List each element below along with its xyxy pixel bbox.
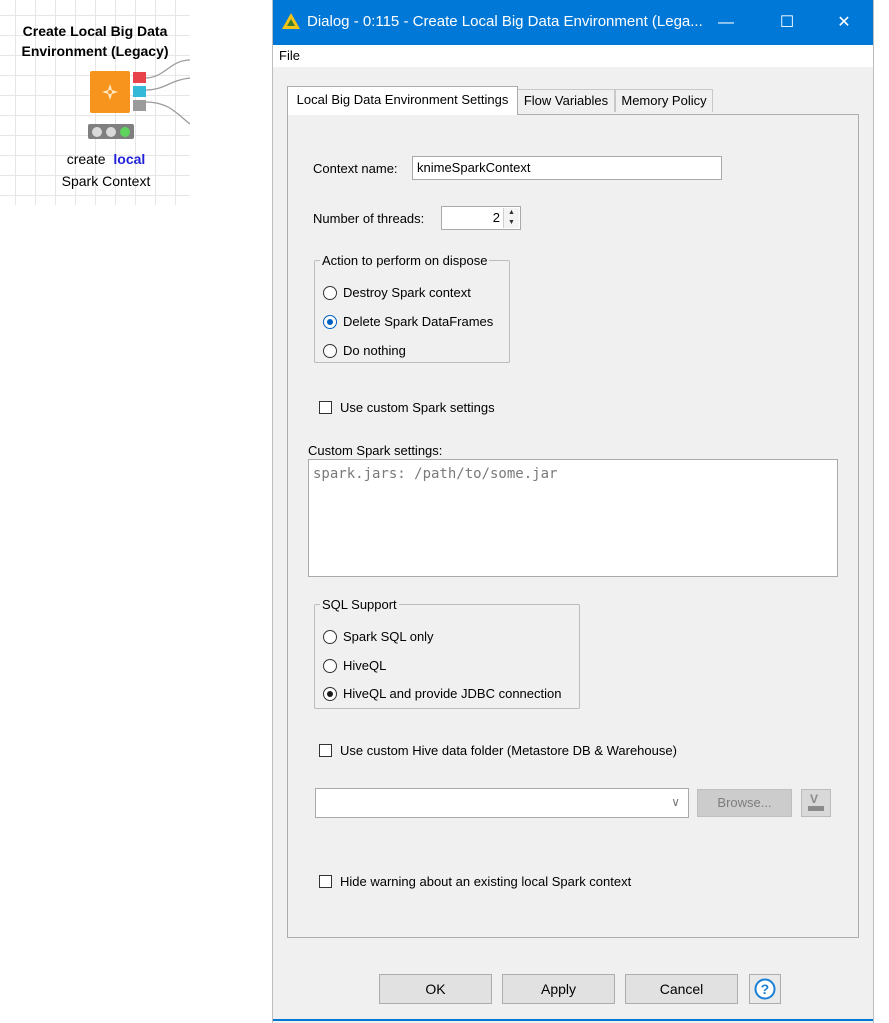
tab-memory-policy[interactable]: Memory Policy: [615, 89, 713, 112]
output-port-file-system[interactable]: [133, 100, 146, 111]
flow-variable-button[interactable]: V: [801, 789, 831, 817]
ok-button[interactable]: OK: [379, 974, 492, 1004]
knime-warning-icon: [282, 13, 300, 29]
menu-file[interactable]: File: [279, 48, 300, 63]
node-annotation-line1: create local: [0, 148, 212, 170]
help-icon: ?: [754, 978, 776, 1000]
checkbox-icon[interactable]: [319, 401, 332, 414]
checkbox-label: Use custom Hive data folder (Metastore D…: [340, 743, 677, 758]
radio-icon[interactable]: [323, 659, 337, 673]
spark-node[interactable]: [90, 71, 130, 113]
status-light-yellow: [106, 127, 116, 137]
context-name-input[interactable]: knimeSparkContext: [412, 156, 722, 180]
output-port-context[interactable]: [133, 72, 146, 83]
threads-label: Number of threads:: [313, 211, 425, 226]
radio-selected-icon[interactable]: [323, 687, 337, 701]
checkbox-icon[interactable]: [319, 744, 332, 757]
title-bar[interactable]: Dialog - 0:115 - Create Local Big Data E…: [273, 0, 873, 45]
svg-text:V: V: [810, 792, 818, 806]
node-annotation-line2: Spark Context: [61, 173, 151, 189]
tab-flow-variables[interactable]: Flow Variables: [517, 89, 615, 112]
spark-star-icon: [102, 84, 118, 100]
node-status-lights: [88, 124, 134, 139]
dispose-action-group: Action to perform on dispose Destroy Spa…: [314, 253, 510, 363]
node-annotation[interactable]: create local Spark Context: [0, 148, 212, 192]
context-name-label: Context name:: [313, 161, 398, 176]
radio-selected-icon[interactable]: [323, 315, 337, 329]
close-button[interactable]: ✕: [821, 0, 867, 45]
maximize-button[interactable]: ☐: [764, 0, 810, 45]
radio-label: HiveQL: [343, 658, 387, 673]
radio-icon[interactable]: [323, 344, 337, 358]
connection-lines: [144, 59, 190, 125]
radio-label: Do nothing: [343, 343, 406, 358]
dialog-window: Dialog - 0:115 - Create Local Big Data E…: [272, 0, 874, 1023]
window-bottom-border: [273, 1019, 873, 1021]
threads-spinner[interactable]: 2 ▲ ▼: [441, 206, 521, 230]
radio-label: Spark SQL only: [343, 629, 434, 644]
spin-down-icon[interactable]: ▼: [504, 218, 519, 228]
dispose-group-legend: Action to perform on dispose: [322, 253, 488, 268]
radio-icon[interactable]: [323, 286, 337, 300]
node-title-line1: Create Local Big Data: [22, 23, 168, 39]
workflow-canvas[interactable]: Create Local Big Data Environment (Legac…: [0, 0, 190, 205]
spin-up-icon[interactable]: ▲: [504, 208, 519, 218]
checkbox-icon[interactable]: [319, 875, 332, 888]
radio-label: Delete Spark DataFrames: [343, 314, 494, 329]
hive-folder-combobox[interactable]: ∨: [315, 788, 689, 818]
menu-bar: File: [273, 45, 873, 67]
threads-spin-buttons[interactable]: ▲ ▼: [503, 208, 519, 228]
custom-spark-textarea[interactable]: spark.jars: /path/to/some.jar: [308, 459, 838, 577]
radio-icon[interactable]: [323, 630, 337, 644]
sql-group-legend: SQL Support: [322, 597, 397, 612]
tab-local-big-data-settings[interactable]: Local Big Data Environment Settings: [287, 86, 518, 115]
annotation-prefix: create: [66, 151, 106, 167]
cancel-button[interactable]: Cancel: [625, 974, 738, 1004]
status-light-red: [92, 127, 102, 137]
annotation-highlight: local: [113, 151, 146, 167]
radio-label: Destroy Spark context: [343, 285, 471, 300]
threads-value: 2: [492, 210, 500, 225]
chevron-down-icon[interactable]: ∨: [671, 795, 680, 809]
sql-support-group: SQL Support Spark SQL only HiveQL HiveQL…: [314, 597, 580, 709]
checkbox-label: Hide warning about an existing local Spa…: [340, 874, 632, 889]
browse-button[interactable]: Browse...: [697, 789, 792, 817]
custom-spark-label: Custom Spark settings:: [308, 443, 443, 458]
help-button[interactable]: ?: [749, 974, 781, 1004]
dialog-title: Dialog - 0:115 - Create Local Big Data E…: [307, 13, 703, 30]
svg-text:?: ?: [761, 981, 770, 997]
minimize-button[interactable]: —: [703, 0, 749, 45]
apply-button[interactable]: Apply: [502, 974, 615, 1004]
settings-panel: Context name: knimeSparkContext Number o…: [287, 114, 859, 938]
checkbox-label: Use custom Spark settings: [340, 400, 495, 415]
status-light-green: [120, 127, 130, 137]
output-port-database[interactable]: [133, 86, 146, 97]
flow-variable-icon: V: [808, 792, 824, 811]
radio-label: HiveQL and provide JDBC connection: [343, 686, 562, 701]
